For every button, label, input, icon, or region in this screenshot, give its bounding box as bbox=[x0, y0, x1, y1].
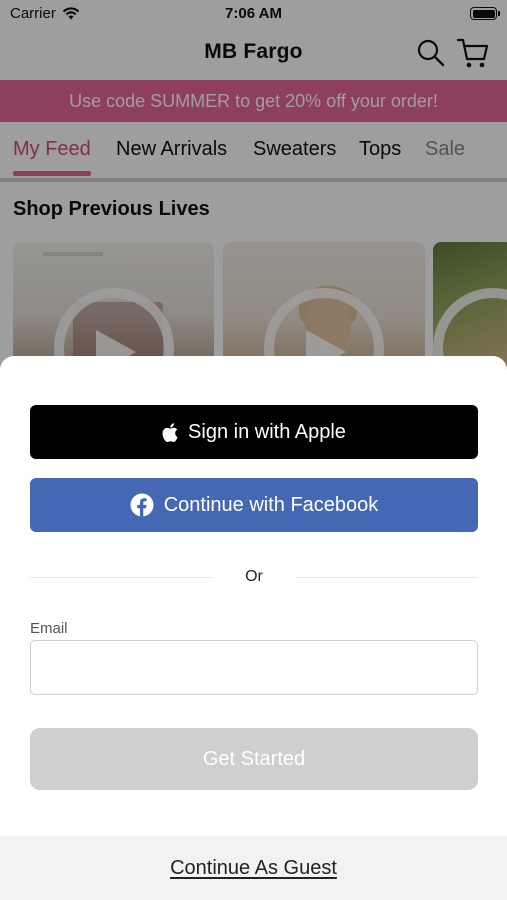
sign-in-with-apple-button[interactable]: Sign in with Apple bbox=[30, 405, 478, 459]
email-field[interactable] bbox=[30, 640, 478, 695]
email-label: Email bbox=[30, 620, 68, 637]
apple-button-label: Sign in with Apple bbox=[188, 420, 346, 443]
get-started-button[interactable]: Get Started bbox=[30, 728, 478, 790]
or-divider: Or bbox=[30, 566, 478, 588]
login-sheet: Sign in with Apple Continue with Faceboo… bbox=[0, 356, 507, 900]
guest-bar: Continue As Guest bbox=[0, 836, 507, 900]
facebook-button-label: Continue with Facebook bbox=[163, 493, 379, 516]
app-screen: Carrier 7:06 AM MB Fargo Use code SUMMER… bbox=[0, 0, 507, 900]
apple-icon bbox=[162, 422, 178, 442]
facebook-icon bbox=[130, 493, 154, 517]
continue-as-guest-link[interactable]: Continue As Guest bbox=[0, 857, 507, 880]
continue-with-facebook-button[interactable]: Continue with Facebook bbox=[30, 478, 478, 532]
